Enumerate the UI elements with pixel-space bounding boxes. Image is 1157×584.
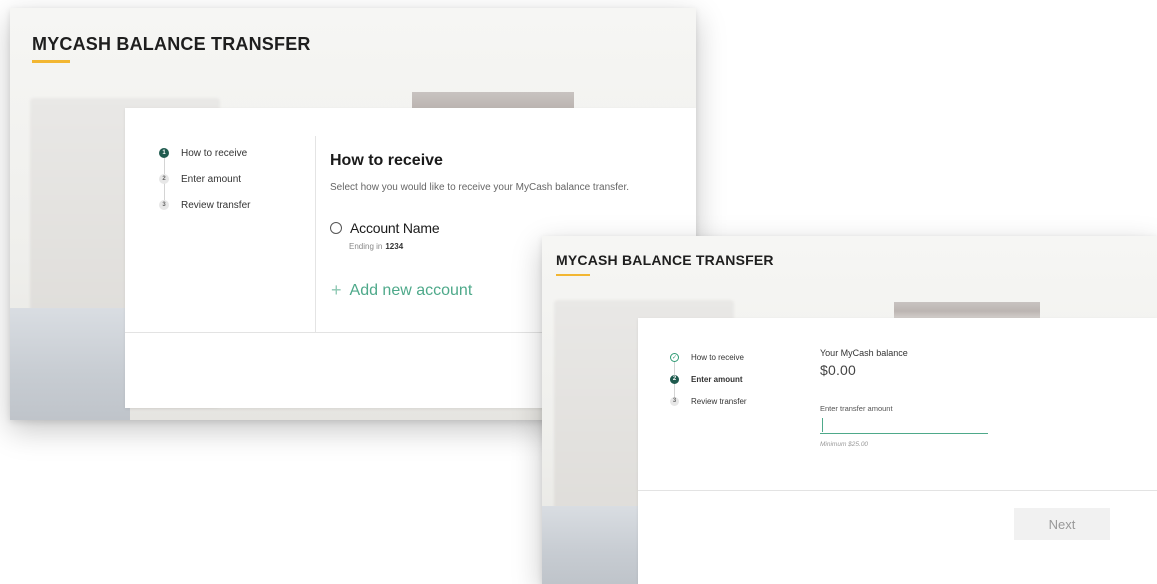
page-title: MYCASH BALANCE TRANSFER xyxy=(32,34,311,54)
next-button[interactable]: Next xyxy=(1014,508,1110,540)
background-city xyxy=(542,506,642,584)
radio-button[interactable] xyxy=(330,222,342,234)
amount-input-label: Enter transfer amount xyxy=(820,404,893,413)
step-review-transfer[interactable]: 3 Review transfer xyxy=(159,192,250,218)
account-option[interactable]: Account Name xyxy=(330,220,440,236)
step-1-indicator: 1 xyxy=(159,148,169,158)
ending-number: 1234 xyxy=(385,242,404,251)
text-caret xyxy=(822,418,823,432)
step-2-indicator: 2 xyxy=(159,174,169,184)
minimum-note: Minimum $25.00 xyxy=(820,441,869,448)
section-title: How to receive xyxy=(330,152,443,169)
plus-icon: + xyxy=(331,280,342,300)
stage: MYCASH BALANCE TRANSFER 1 How to receive… xyxy=(0,0,1157,584)
title-underline xyxy=(32,60,70,63)
add-account-label: Add new account xyxy=(349,281,473,299)
step-enter-amount[interactable]: 2 Enter amount xyxy=(159,166,250,192)
transfer-card: ✓ How to receive 2 Enter amount 3 Review… xyxy=(638,318,1157,584)
balance-value: $0.00 xyxy=(820,362,857,378)
ending-prefix: Ending in xyxy=(349,242,383,251)
step-3-indicator: 3 xyxy=(670,396,679,406)
transfer-amount-input[interactable] xyxy=(820,416,988,434)
account-ending: Ending in 1234 xyxy=(349,242,403,251)
step-label: How to receive xyxy=(691,352,744,362)
screen-enter-amount: MYCASH BALANCE TRANSFER ✓ How to receive… xyxy=(542,236,1157,584)
add-new-account-link[interactable]: + Add new account xyxy=(331,280,472,301)
card-divider xyxy=(638,490,1157,491)
step-label: Enter amount xyxy=(181,173,242,185)
section-subtitle: Select how you would like to receive you… xyxy=(330,182,630,193)
check-icon: ✓ xyxy=(670,352,679,362)
step-label: Review transfer xyxy=(181,199,251,211)
stepper: 1 How to receive 2 Enter amount 3 Review… xyxy=(159,140,250,218)
step-review-transfer[interactable]: 3 Review transfer xyxy=(670,390,747,412)
step-how-to-receive[interactable]: ✓ How to receive xyxy=(670,346,747,368)
balance-block: Your MyCash balance $0.00 xyxy=(820,348,908,378)
step-label: How to receive xyxy=(181,147,248,159)
stepper: ✓ How to receive 2 Enter amount 3 Review… xyxy=(670,346,747,412)
step-how-to-receive[interactable]: 1 How to receive xyxy=(159,140,250,166)
step-3-indicator: 3 xyxy=(159,200,169,210)
page-title: MYCASH BALANCE TRANSFER xyxy=(556,252,774,268)
main-content: How to receive Select how you would like… xyxy=(330,152,629,193)
step-2-indicator: 2 xyxy=(670,374,679,384)
stepper-divider xyxy=(315,136,316,332)
account-name: Account Name xyxy=(350,220,440,236)
balance-label: Your MyCash balance xyxy=(820,348,908,358)
background-city xyxy=(10,308,130,420)
title-underline xyxy=(556,274,590,276)
step-label: Enter amount xyxy=(691,374,743,384)
step-enter-amount[interactable]: 2 Enter amount xyxy=(670,368,747,390)
step-label: Review transfer xyxy=(691,396,747,406)
